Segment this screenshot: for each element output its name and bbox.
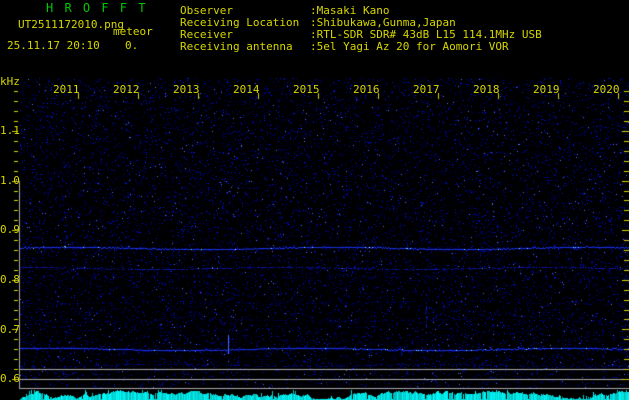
hrofft-window: H R O F F T UT2511172010.png meteor 25.1… xyxy=(0,0,629,400)
x-tick-label-2019: 2019 xyxy=(533,83,560,96)
info-value-receiving-antenna: :5el Yagi Az 20 for Aomori VOR xyxy=(310,40,509,53)
y-axis-unit-label: kHz xyxy=(0,75,20,88)
y-tick-label-0-9: 0.9 xyxy=(0,223,20,236)
info-label-receiving-antenna: Receiving antenna xyxy=(180,40,293,53)
x-tick-label-2016: 2016 xyxy=(353,83,380,96)
echo-count: 0. xyxy=(125,39,139,52)
x-tick-label-2013: 2013 xyxy=(173,83,200,96)
app-title: H R O F F T xyxy=(46,1,148,15)
y-tick-label-0-8: 0.8 xyxy=(0,273,20,286)
y-tick-label-0-6: 0.6 xyxy=(0,372,20,385)
observation-name: meteor xyxy=(113,25,153,38)
x-tick-label-2012: 2012 xyxy=(113,83,140,96)
x-tick-label-2017: 2017 xyxy=(413,83,440,96)
x-tick-label-2011: 2011 xyxy=(53,83,80,96)
y-tick-label-0-7: 0.7 xyxy=(0,323,20,336)
y-tick-label-1-1: 1.1 xyxy=(0,124,20,137)
x-tick-label-2014: 2014 xyxy=(233,83,260,96)
y-tick-label-1-0: 1.0 xyxy=(0,174,20,187)
spectrogram-canvas xyxy=(0,0,629,400)
x-tick-label-2018: 2018 xyxy=(473,83,500,96)
x-tick-label-2015: 2015 xyxy=(293,83,320,96)
filename: UT2511172010.png xyxy=(18,18,124,31)
x-tick-label-2020: 2020 xyxy=(593,83,620,96)
datetime: 25.11.17 20:10 xyxy=(7,39,100,52)
